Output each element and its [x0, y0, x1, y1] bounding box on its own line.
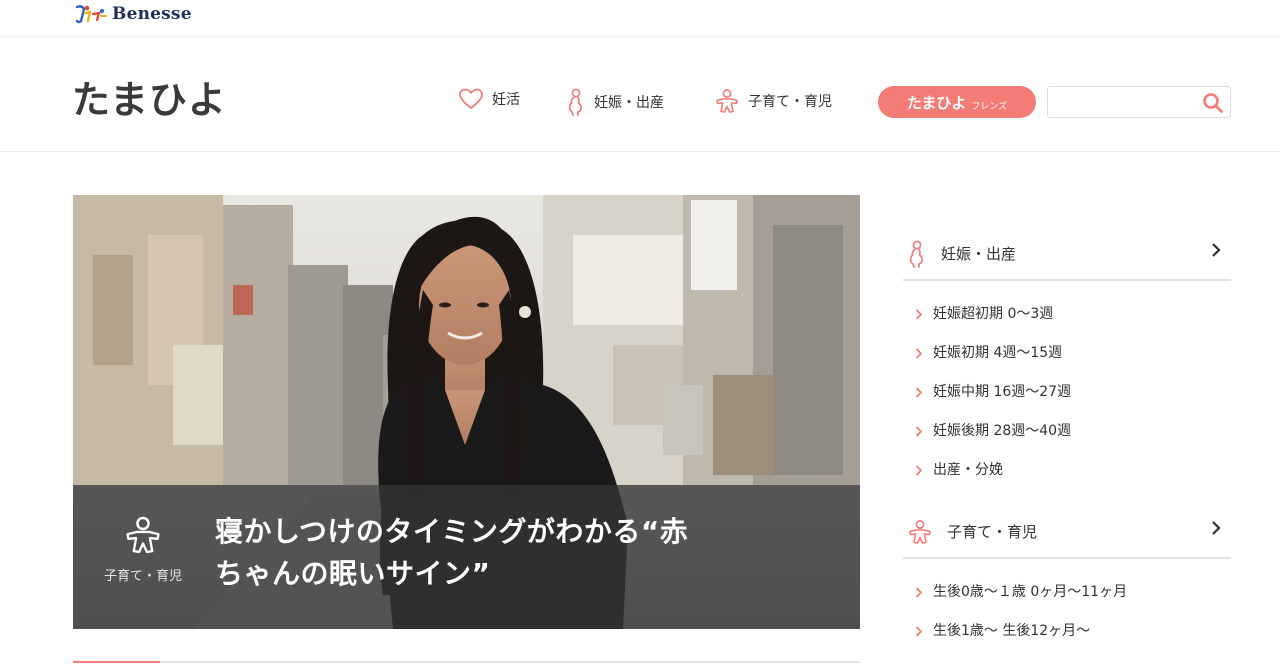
hero-caption: 子育て・育児 寝かしつけのタイミングがわかる“赤 ちゃんの眠いサイン”	[73, 485, 860, 629]
sidebar-link-label: 妊娠中期 16週〜27週	[933, 384, 1072, 400]
heart-icon	[459, 88, 483, 109]
hero-category: 子育て・育児	[91, 515, 195, 584]
nav-label: 子育て・育児	[748, 94, 832, 110]
hero-title-line: ちゃんの眠いサイン”	[215, 557, 491, 590]
child-icon	[126, 516, 160, 554]
tamahiyo-friends-button[interactable]: たまひよ フレンズ	[878, 86, 1036, 118]
sidebar-link[interactable]: 妊娠後期 28週〜40週	[903, 412, 1231, 451]
arrow-right-icon	[915, 626, 923, 637]
sidebar-link-label: 妊娠初期 4週〜15週	[933, 345, 1063, 361]
sidebar-link-label: 妊娠後期 28週〜40週	[933, 423, 1072, 439]
benesse-bar: Benesse	[0, 0, 1280, 37]
benesse-mark-icon	[75, 5, 107, 24]
sidebar-link[interactable]: 妊娠初期 4週〜15週	[903, 334, 1231, 373]
arrow-right-icon	[915, 587, 923, 598]
benesse-wordmark: Benesse	[112, 4, 192, 24]
child-icon	[909, 519, 931, 544]
sidebar-link[interactable]: 生後0歳〜１歳 0ヶ月〜11ヶ月	[903, 573, 1231, 612]
sidebar-head-childcare[interactable]: 子育て・育児	[903, 506, 1231, 559]
site-header: たまひよ 妊活 妊娠・出産 子育て・育児 たまひよ フレンズ	[0, 37, 1280, 152]
sidebar-link-label: 生後1歳〜 生後12ヶ月〜	[933, 623, 1091, 639]
chevron-right-icon	[1212, 243, 1221, 257]
chevron-right-icon	[1212, 521, 1221, 535]
child-icon	[716, 89, 738, 113]
sidebar-head-label: 子育て・育児	[947, 523, 1038, 541]
arrow-right-icon	[915, 309, 923, 320]
search-icon[interactable]	[1202, 92, 1224, 114]
hero-title-line: 寝かしつけのタイミングがわかる“赤	[215, 515, 689, 548]
friends-main-label: たまひよ	[906, 93, 967, 112]
pregnancy-icon	[909, 240, 923, 268]
sidebar-head-pregnancy[interactable]: 妊娠・出産	[903, 228, 1231, 281]
sidebar-head-label: 妊娠・出産	[941, 245, 1017, 263]
arrow-right-icon	[915, 387, 923, 398]
friends-sub-label: フレンズ	[971, 101, 1008, 112]
search-input[interactable]	[1048, 87, 1198, 117]
nav-item-childcare[interactable]: 子育て・育児	[714, 88, 832, 114]
sidebar-link[interactable]: 妊娠超初期 0〜3週	[903, 295, 1231, 334]
nav-item-pregnancy[interactable]: 妊娠・出産	[566, 88, 664, 116]
hero-category-label: 子育て・育児	[103, 569, 182, 584]
sidebar-link[interactable]: 出産・分娩	[903, 451, 1231, 490]
sidebar-link-label: 妊娠超初期 0〜3週	[933, 306, 1054, 322]
benesse-logo[interactable]: Benesse	[74, 3, 192, 25]
sidebar-list-pregnancy: 妊娠超初期 0〜3週 妊娠初期 4週〜15週 妊娠中期 16週〜27週 妊娠後期…	[903, 281, 1231, 490]
sidebar-link[interactable]: 妊娠中期 16週〜27週	[903, 373, 1231, 412]
sidebar-link-label: 出産・分娩	[933, 462, 1003, 478]
nav-label: 妊活	[492, 92, 520, 108]
hero-slide[interactable]: 子育て・育児 寝かしつけのタイミングがわかる“赤 ちゃんの眠いサイン”	[73, 195, 860, 629]
nav-item-ninkatsu[interactable]: 妊活	[458, 88, 520, 110]
arrow-right-icon	[915, 465, 923, 476]
arrow-right-icon	[915, 426, 923, 437]
slider-progress-fill	[73, 661, 160, 663]
category-sidebar: 妊娠・出産 妊娠超初期 0〜3週 妊娠初期 4週〜15週 妊娠中期 16週〜27…	[903, 228, 1231, 651]
search-box	[1047, 86, 1231, 118]
arrow-right-icon	[915, 348, 923, 359]
pregnancy-icon	[568, 88, 582, 116]
sidebar-link[interactable]: 生後1歳〜 生後12ヶ月〜	[903, 612, 1231, 651]
sidebar-link-label: 生後0歳〜１歳 0ヶ月〜11ヶ月	[933, 584, 1128, 600]
site-logo[interactable]: たまひよ	[72, 69, 227, 124]
nav-label: 妊娠・出産	[594, 95, 664, 111]
sidebar-list-childcare: 生後0歳〜１歳 0ヶ月〜11ヶ月 生後1歳〜 生後12ヶ月〜	[903, 559, 1231, 651]
slider-progress-track	[73, 661, 860, 663]
hero-title[interactable]: 寝かしつけのタイミングがわかる“赤 ちゃんの眠いサイン”	[215, 511, 815, 595]
